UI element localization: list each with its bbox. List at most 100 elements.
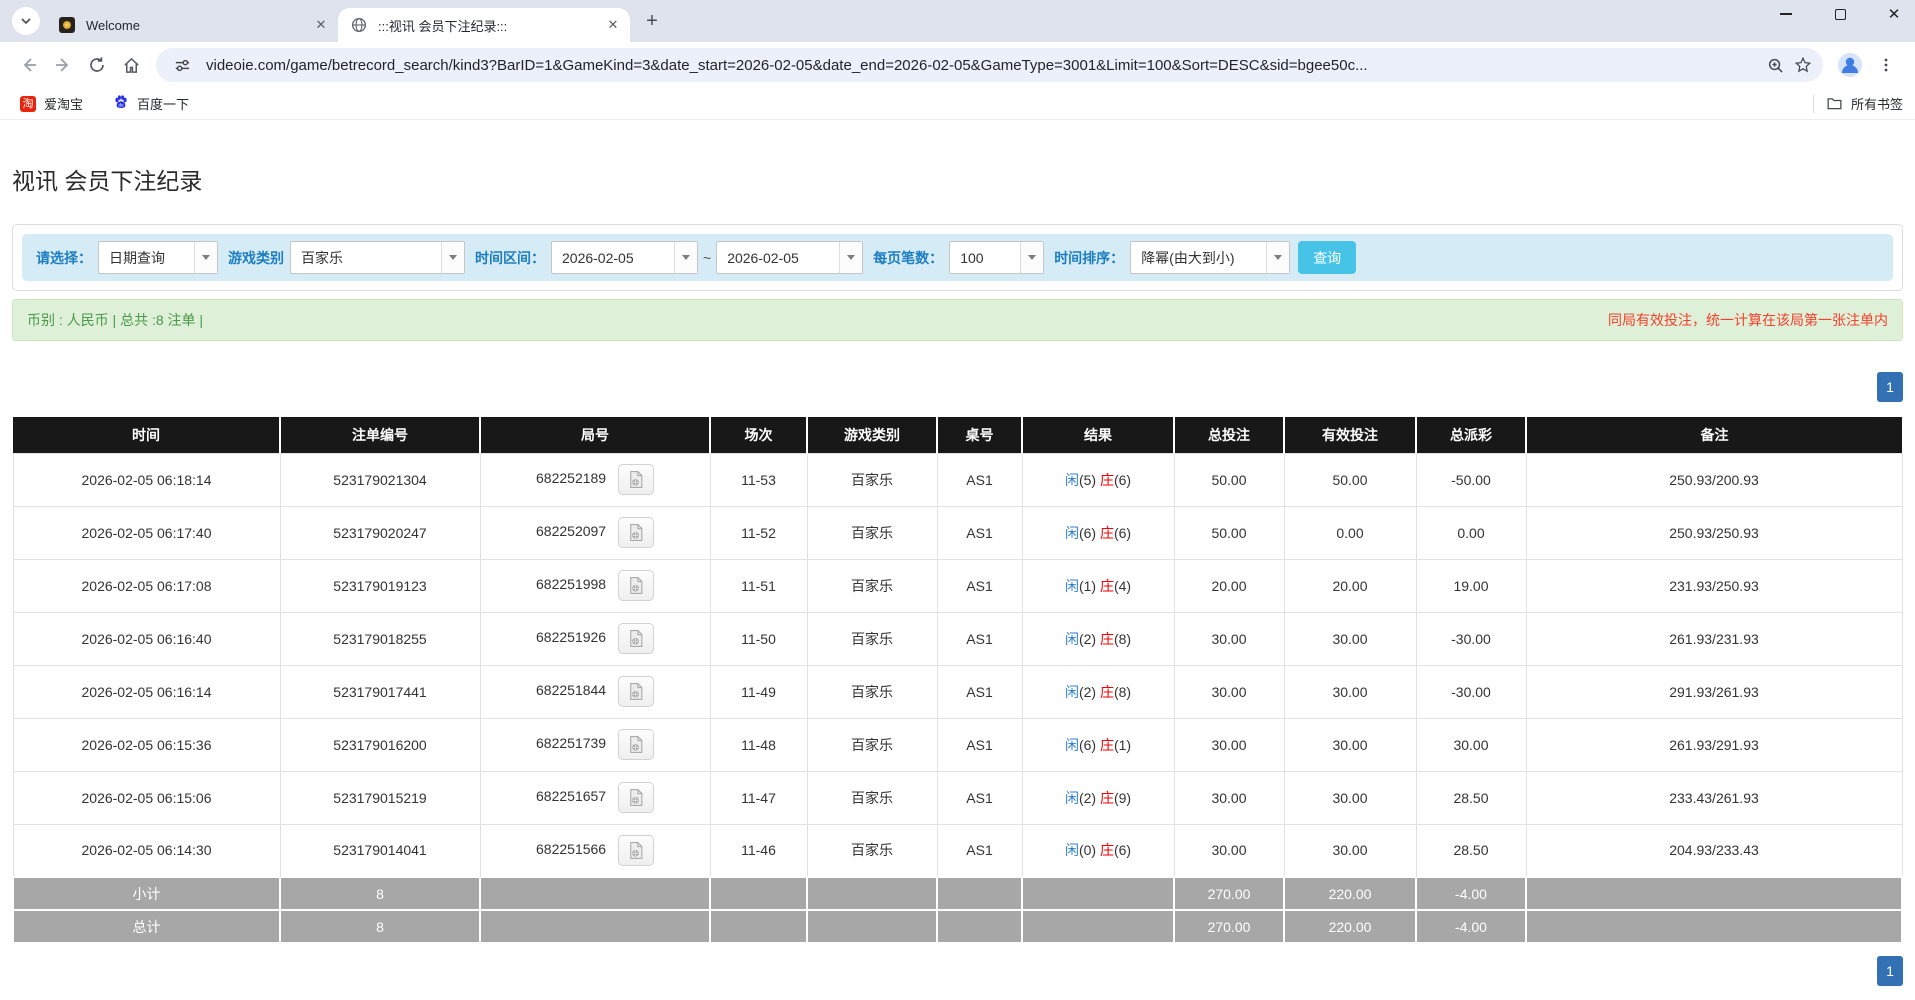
cell-round-number: 682251926 xyxy=(480,612,710,665)
cell-payout: -30.00 xyxy=(1416,612,1526,665)
cell-result: 闲(6) 庄(1) xyxy=(1022,718,1174,771)
game-kind-select[interactable]: 百家乐 xyxy=(290,241,465,274)
chevron-down-icon[interactable] xyxy=(1020,242,1043,273)
cell-game-kind: 百家乐 xyxy=(807,612,937,665)
video-replay-button[interactable] xyxy=(618,729,654,760)
result-player-value: (2) xyxy=(1079,631,1100,647)
result-player-label: 闲 xyxy=(1065,737,1079,753)
filter-panel: 请选择： 日期查询 游戏类别 百家乐 时间区间： 2026-02-05 ~ 20 xyxy=(12,224,1903,291)
reload-icon[interactable] xyxy=(80,48,114,82)
video-replay-button[interactable] xyxy=(618,835,654,866)
cell-total-bet[interactable]: 20.00 xyxy=(1174,559,1284,612)
cell-total-bet[interactable]: 30.00 xyxy=(1174,718,1284,771)
summary-cell: 270.00 xyxy=(1174,877,1284,910)
page-number-button[interactable]: 1 xyxy=(1877,956,1903,986)
sort-select[interactable]: 降幂(由大到小) xyxy=(1130,241,1290,274)
all-bookmarks-button[interactable]: 所有书签 xyxy=(1826,94,1903,113)
chevron-down-icon[interactable] xyxy=(1266,242,1289,273)
tab-search-button[interactable] xyxy=(12,7,40,35)
column-header: 结果 xyxy=(1022,417,1174,453)
query-type-select[interactable]: 日期查询 xyxy=(98,241,218,274)
video-replay-button[interactable] xyxy=(618,676,654,707)
forward-icon[interactable] xyxy=(46,48,80,82)
zoom-icon[interactable] xyxy=(1761,51,1789,79)
summary-label: 总计 xyxy=(13,910,280,943)
cell-time: 2026-02-05 06:17:08 xyxy=(13,559,280,612)
menu-dots-icon[interactable] xyxy=(1869,48,1903,82)
cell-game-kind: 百家乐 xyxy=(807,665,937,718)
cell-total-bet[interactable]: 30.00 xyxy=(1174,824,1284,877)
cell-payout: -30.00 xyxy=(1416,665,1526,718)
bookmark-taobao[interactable]: 淘 爱淘宝 xyxy=(12,91,91,116)
video-replay-button[interactable] xyxy=(618,782,654,813)
cell-table-number: AS1 xyxy=(937,506,1022,559)
result-banker-value: (1) xyxy=(1114,737,1131,753)
bookmark-star-icon[interactable] xyxy=(1789,51,1817,79)
cell-session: 11-49 xyxy=(710,665,807,718)
video-replay-button[interactable] xyxy=(618,570,654,601)
welcome-favicon xyxy=(58,16,76,34)
cell-total-bet[interactable]: 50.00 xyxy=(1174,453,1284,506)
video-replay-button[interactable] xyxy=(618,517,654,548)
cell-game-kind: 百家乐 xyxy=(807,718,937,771)
cell-game-kind: 百家乐 xyxy=(807,506,937,559)
pagination-top: 1 xyxy=(12,372,1903,402)
cell-game-kind: 百家乐 xyxy=(807,771,937,824)
summary-cell xyxy=(710,877,807,910)
tab-close-icon[interactable]: ✕ xyxy=(312,16,330,34)
result-banker-label: 庄 xyxy=(1100,842,1114,858)
address-bar[interactable]: videoie.com/game/betrecord_search/kind3?… xyxy=(156,48,1823,82)
site-settings-icon[interactable] xyxy=(168,51,196,79)
video-file-icon xyxy=(626,682,645,701)
cell-session: 11-47 xyxy=(710,771,807,824)
chevron-down-icon[interactable] xyxy=(839,242,862,273)
summary-cell: 220.00 xyxy=(1284,877,1416,910)
chevron-down-icon[interactable] xyxy=(194,242,217,273)
column-header: 局号 xyxy=(480,417,710,453)
window-close-icon[interactable]: ✕ xyxy=(1887,7,1901,21)
summary-cell xyxy=(807,910,937,943)
cell-total-bet[interactable]: 30.00 xyxy=(1174,665,1284,718)
cell-time: 2026-02-05 06:16:40 xyxy=(13,612,280,665)
window-controls: ✕ xyxy=(1779,7,1901,21)
summary-cell xyxy=(480,910,710,943)
cell-total-bet[interactable]: 30.00 xyxy=(1174,612,1284,665)
cell-session: 11-46 xyxy=(710,824,807,877)
profile-avatar-icon[interactable] xyxy=(1837,52,1863,78)
summary-cell xyxy=(480,877,710,910)
chevron-down-icon[interactable] xyxy=(441,242,464,273)
maximize-icon[interactable] xyxy=(1833,7,1847,21)
result-player-value: (2) xyxy=(1079,684,1100,700)
cell-bet-number: 523179016200 xyxy=(280,718,480,771)
minimize-icon[interactable] xyxy=(1779,7,1793,21)
summary-row: 总计8270.00220.00-4.00 xyxy=(13,910,1902,943)
currency-summary-text: 币别 : 人民币 | 总共 :8 注单 | xyxy=(27,310,203,330)
video-replay-button[interactable] xyxy=(618,623,654,654)
range-separator: ~ xyxy=(703,250,711,266)
chevron-down-icon[interactable] xyxy=(674,242,697,273)
tab-welcome[interactable]: Welcome ✕ xyxy=(46,8,338,42)
search-button[interactable]: 查询 xyxy=(1298,241,1356,274)
back-icon[interactable] xyxy=(12,48,46,82)
tab-close-icon[interactable]: ✕ xyxy=(604,16,622,34)
cell-round-number: 682251566 xyxy=(480,824,710,877)
bookmark-baidu[interactable]: du 百度一下 xyxy=(105,91,197,116)
cell-note: 250.93/250.93 xyxy=(1526,506,1902,559)
summary-row: 小计8270.00220.00-4.00 xyxy=(13,877,1902,910)
video-replay-button[interactable] xyxy=(618,464,654,495)
page-number-button[interactable]: 1 xyxy=(1877,372,1903,402)
cell-valid-bet: 30.00 xyxy=(1284,771,1416,824)
cell-total-bet[interactable]: 50.00 xyxy=(1174,506,1284,559)
home-icon[interactable] xyxy=(114,48,148,82)
cell-bet-number: 523179018255 xyxy=(280,612,480,665)
tab-betrecord[interactable]: :::视讯 会员下注纪录::: ✕ xyxy=(338,8,630,42)
date-range-label: 时间区间： xyxy=(475,248,545,268)
result-banker-label: 庄 xyxy=(1100,790,1114,806)
new-tab-button[interactable]: + xyxy=(638,7,666,35)
cell-total-bet[interactable]: 30.00 xyxy=(1174,771,1284,824)
date-start-select[interactable]: 2026-02-05 xyxy=(551,241,698,274)
cell-note: 204.93/233.43 xyxy=(1526,824,1902,877)
date-end-select[interactable]: 2026-02-05 xyxy=(716,241,863,274)
page-size-select[interactable]: 100 xyxy=(949,241,1044,274)
cell-bet-number: 523179021304 xyxy=(280,453,480,506)
